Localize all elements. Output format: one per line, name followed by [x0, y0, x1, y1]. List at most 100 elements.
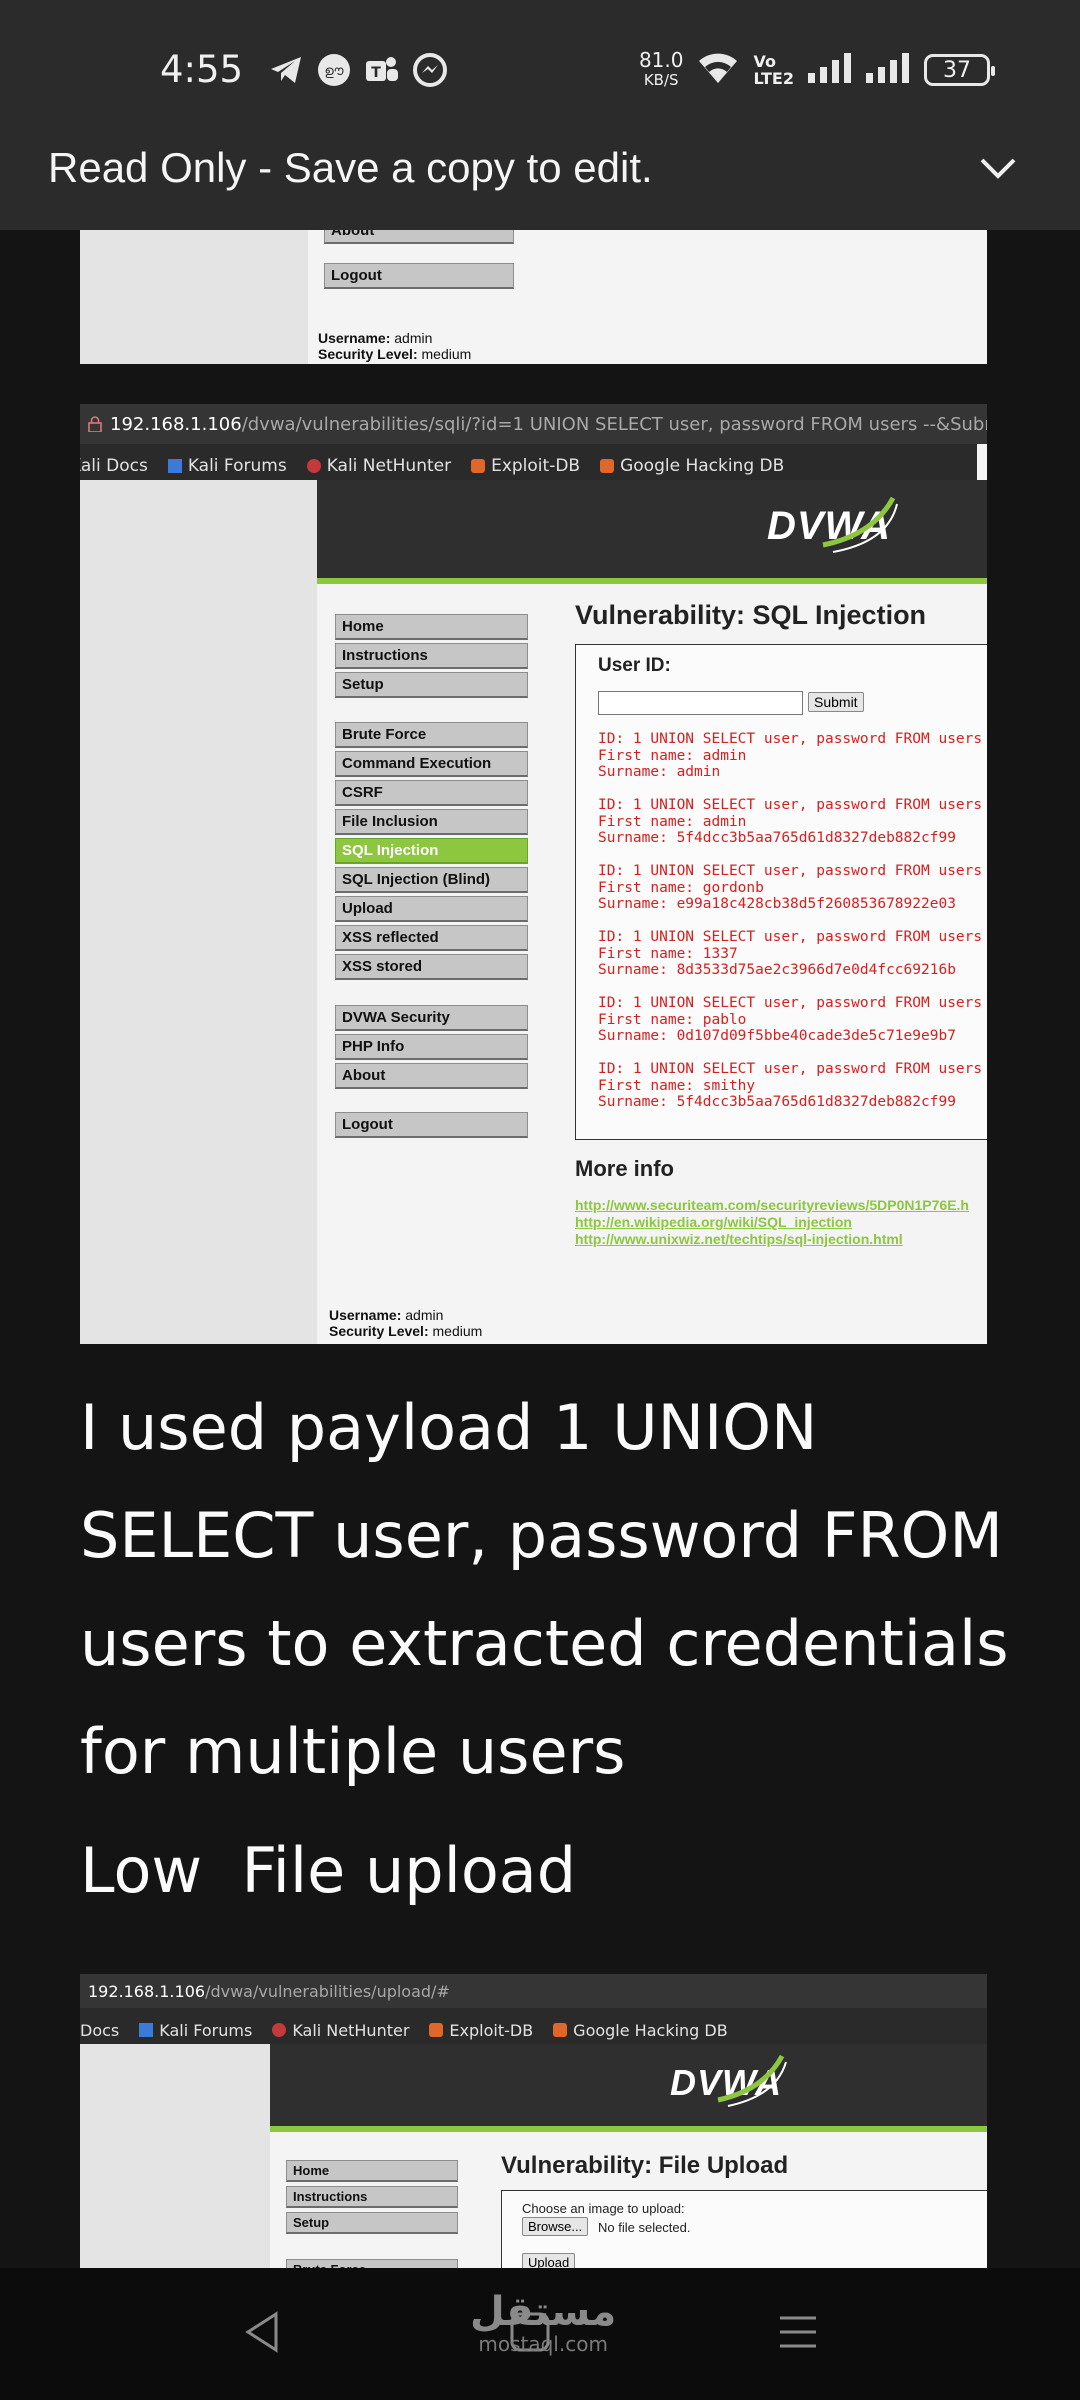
- user-id-input: [598, 691, 803, 715]
- body-paragraph: I used payload 1 UNION SELECT user, pass…: [80, 1391, 1009, 1788]
- teams-icon: T: [364, 52, 400, 88]
- sidebar-background: [80, 480, 317, 1344]
- screenshot-image: 192.168.1.106/dvwa/vulnerabilities/uploa…: [80, 1974, 987, 2268]
- result-line: ID: 1 UNION SELECT user, password FROM u…: [598, 863, 983, 879]
- result-line: Surname: 5f4dcc3b5aa765d61d8327deb882cf9…: [598, 830, 956, 846]
- battery-icon: 37: [924, 54, 995, 86]
- status-bar: 4:55 ഊ T 81.0 KB/S Vo LTE2 37: [0, 0, 1080, 106]
- chevron-down-icon[interactable]: [978, 152, 1018, 182]
- menu-item-setup: Setup: [335, 672, 528, 698]
- result-line: Surname: admin: [598, 764, 721, 780]
- menu-item-command-execution: Command Execution: [335, 751, 528, 777]
- bookmark: Google Hacking DB: [553, 2016, 728, 2044]
- menu-item-xss-stored: XSS stored: [335, 954, 528, 980]
- logo-swoosh-icon: [717, 2054, 787, 2107]
- menu-item-about: About: [335, 1063, 528, 1089]
- menu-item-csrf: CSRF: [335, 780, 528, 806]
- result-line: First name: admin: [598, 747, 747, 764]
- volte-indicator: Vo LTE2: [753, 52, 794, 88]
- info-link: http://www.unixwiz.net/techtips/sql-inje…: [575, 1231, 903, 1247]
- nethunter-icon: [272, 2023, 287, 2037]
- notification-icons: ഊ T: [268, 52, 448, 88]
- menu-item-brute-force: Brute Force: [286, 2259, 458, 2268]
- menu-item-setup: Setup: [286, 2212, 458, 2234]
- result-line: First name: smithy: [598, 1077, 756, 1094]
- kali-icon: [139, 2023, 154, 2037]
- menu-item-dvwa-security: DVWA Security: [335, 1005, 528, 1031]
- wifi-icon: [697, 51, 739, 89]
- bookmark: Kali Forums: [167, 452, 287, 480]
- result-line: First name: pablo: [598, 1011, 747, 1028]
- menu-item-logout: Logout: [335, 1112, 528, 1138]
- user-id-label: User ID:: [598, 655, 671, 676]
- query-form: User ID: Submit ID: 1 UNION SELECT user,…: [575, 644, 987, 1140]
- bookmark: Kali Forums: [139, 2016, 252, 2044]
- bookmarks-bar: Docs Kali Forums Kali NetHunter Exploit-…: [80, 2008, 987, 2044]
- read-only-banner[interactable]: Read Only - Save a copy to edit.: [0, 106, 1080, 230]
- read-only-message: Read Only - Save a copy to edit.: [48, 144, 653, 191]
- submit-button: Submit: [808, 692, 864, 712]
- section-heading: Low File upload: [80, 1834, 577, 1907]
- sidebar-background: [80, 2044, 270, 2268]
- screenshot-image: 192.168.1.106/dvwa/vulnerabilities/sqli/…: [80, 404, 987, 1344]
- file-status: No file selected.: [598, 2220, 691, 2235]
- ghdb-icon: [600, 459, 615, 473]
- menu-item-home: Home: [335, 614, 528, 640]
- menu-item-instructions: Instructions: [286, 2186, 458, 2208]
- dvwa-header: DVWA: [317, 480, 987, 584]
- bookmarks-bar: Kali Docs Kali Forums Kali NetHunter Exp…: [80, 444, 977, 480]
- choose-label: Choose an image to upload:: [522, 2201, 685, 2216]
- menu-item-home: Home: [286, 2160, 458, 2182]
- menu-item-upload: Upload: [335, 896, 528, 922]
- result-line: ID: 1 UNION SELECT user, password FROM u…: [598, 731, 983, 747]
- screenshot-image: About Logout Username: admin Security Le…: [80, 230, 987, 364]
- bookmark: Docs: [80, 2020, 120, 2040]
- exploit-db-icon: [471, 459, 486, 473]
- info-link: http://www.securiteam.com/securityreview…: [575, 1197, 969, 1213]
- nethunter-icon: [306, 459, 321, 473]
- svg-text:T: T: [371, 65, 381, 81]
- exploit-db-icon: [429, 2023, 444, 2037]
- menu-item-php-info: PHP Info: [335, 1034, 528, 1060]
- logo-swoosh-icon: [822, 496, 898, 553]
- user-info: Username: admin Security Level: medium: [329, 1307, 483, 1339]
- menu-item-sql-injection: SQL Injection: [335, 838, 528, 864]
- messenger-icon: [412, 52, 448, 88]
- clock: 4:55: [160, 48, 244, 91]
- bookmark: Google Hacking DB: [600, 452, 784, 480]
- app-badge-icon: ഊ: [316, 52, 352, 88]
- menu-item-sql-injection-blind: SQL Injection (Blind): [335, 867, 528, 893]
- signal-icon: [866, 53, 910, 87]
- back-icon[interactable]: [242, 2310, 282, 2358]
- dvwa-header: DVWA: [270, 2044, 987, 2132]
- result-line: ID: 1 UNION SELECT user, password FROM u…: [598, 995, 983, 1011]
- menu-icon[interactable]: [778, 2310, 818, 2358]
- browse-button: Browse...: [522, 2217, 589, 2236]
- svg-text:ഊ: ഊ: [324, 64, 344, 79]
- sidebar-background: [80, 230, 308, 364]
- bookmark: Kali NetHunter: [272, 2016, 409, 2044]
- menu-item-xss-reflected: XSS reflected: [335, 925, 528, 951]
- bookmark: Exploit-DB: [429, 2016, 533, 2044]
- url-bar: 192.168.1.106/dvwa/vulnerabilities/sqli/…: [80, 404, 987, 444]
- upload-button: Upload: [522, 2253, 576, 2268]
- result-line: First name: 1337: [598, 945, 738, 962]
- user-info: Username: admin Security Level: medium: [318, 330, 472, 362]
- result-line: Surname: e99a18c428cb38d5f260853678922e0…: [598, 896, 956, 912]
- menu-item-instructions: Instructions: [335, 643, 528, 669]
- telegram-icon: [268, 52, 304, 88]
- menu-item-logout: Logout: [324, 263, 514, 289]
- result-line: Surname: 5f4dcc3b5aa765d61d8327deb882cf9…: [598, 1094, 956, 1110]
- navigation-bar: مستقل mostaql.com: [0, 2268, 1080, 2400]
- menu-item-file-inclusion: File Inclusion: [335, 809, 528, 835]
- upload-form: Choose an image to upload: Browse... No …: [501, 2190, 987, 2268]
- bookmark: Kali NetHunter: [306, 452, 451, 480]
- lock-icon: [88, 416, 102, 433]
- result-line: ID: 1 UNION SELECT user, password FROM u…: [598, 929, 983, 945]
- menu-item-brute-force: Brute Force: [335, 722, 528, 748]
- url-bar: 192.168.1.106/dvwa/vulnerabilities/uploa…: [80, 1974, 987, 2008]
- more-info-heading: More info: [575, 1156, 674, 1181]
- kali-icon: [167, 459, 182, 473]
- bookmark: Exploit-DB: [471, 452, 580, 480]
- result-line: Surname: 8d3533d75ae2c3966d7e0d4fcc69216…: [598, 962, 956, 978]
